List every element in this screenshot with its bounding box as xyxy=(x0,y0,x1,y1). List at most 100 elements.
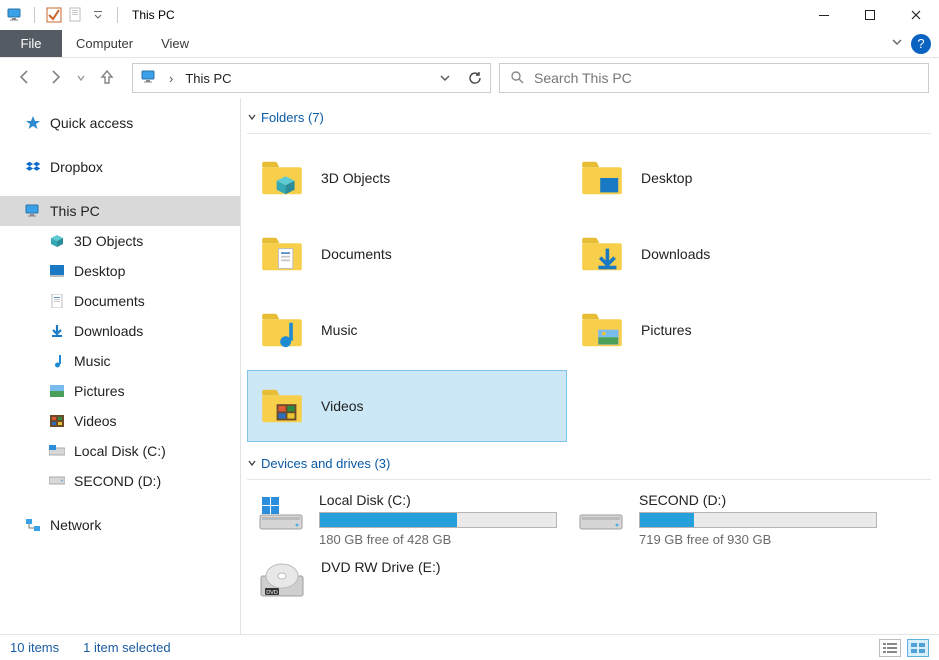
sidebar-item-second-d[interactable]: SECOND (D:) xyxy=(0,466,240,496)
cube-icon xyxy=(48,232,66,250)
status-selection-count: 1 item selected xyxy=(83,640,170,655)
address-bar[interactable]: › This PC xyxy=(132,63,491,93)
sidebar-item-label: Pictures xyxy=(74,383,125,399)
folder-label: Music xyxy=(321,322,358,338)
drive-usage-bar xyxy=(319,512,557,528)
folder-tile[interactable]: Pictures xyxy=(567,294,887,366)
sidebar-item-this-pc[interactable]: This PC xyxy=(0,196,240,226)
drive-tile[interactable]: SECOND (D:) 719 GB free of 930 GB xyxy=(567,486,887,553)
folder-tile[interactable]: Desktop xyxy=(567,142,887,214)
address-dropdown-icon[interactable] xyxy=(430,64,460,92)
folder-icon xyxy=(577,305,627,355)
sidebar-item-label: Dropbox xyxy=(50,159,103,175)
drive-label: Local Disk (C:) xyxy=(319,492,557,508)
status-bar: 10 items 1 item selected xyxy=(0,634,939,660)
drive-tile[interactable]: Local Disk (C:) 180 GB free of 428 GB xyxy=(247,486,567,553)
sidebar-item-3d-objects[interactable]: 3D Objects xyxy=(0,226,240,256)
sidebar-item-desktop[interactable]: Desktop xyxy=(0,256,240,286)
sidebar-item-videos[interactable]: Videos xyxy=(0,406,240,436)
download-icon xyxy=(48,322,66,340)
drive-label: DVD RW Drive (E:) xyxy=(321,559,441,575)
separator xyxy=(117,7,118,23)
picture-icon xyxy=(48,382,66,400)
folder-icon xyxy=(257,153,307,203)
drive-tile[interactable]: DVD DVD RW Drive (E:) xyxy=(247,553,567,609)
group-header-folders[interactable]: Folders (7) xyxy=(247,106,931,134)
sidebar-item-label: Local Disk (C:) xyxy=(74,443,166,459)
forward-button[interactable] xyxy=(46,68,64,89)
folder-tile[interactable]: 3D Objects xyxy=(247,142,567,214)
drive-icon xyxy=(48,442,66,460)
desktop-icon xyxy=(48,262,66,280)
pc-icon xyxy=(6,6,24,24)
separator xyxy=(34,7,35,23)
search-input[interactable] xyxy=(534,70,928,86)
music-icon xyxy=(48,352,66,370)
folder-icon xyxy=(257,305,307,355)
pc-icon xyxy=(24,202,42,220)
search-box[interactable] xyxy=(499,63,929,93)
drive-free-text: 719 GB free of 930 GB xyxy=(639,532,877,547)
chevron-right-icon[interactable]: › xyxy=(165,71,177,86)
network-icon xyxy=(24,516,42,534)
drive-free-text: 180 GB free of 428 GB xyxy=(319,532,557,547)
breadcrumb[interactable]: This PC xyxy=(185,71,231,86)
ribbon: File Computer View ? xyxy=(0,30,939,58)
qat-dropdown-icon[interactable] xyxy=(89,6,107,24)
sidebar-item-local-disk-c[interactable]: Local Disk (C:) xyxy=(0,436,240,466)
folder-label: Pictures xyxy=(641,322,692,338)
refresh-button[interactable] xyxy=(460,64,490,92)
sidebar-item-dropbox[interactable]: Dropbox xyxy=(0,152,240,182)
maximize-button[interactable] xyxy=(847,0,893,30)
sidebar-item-pictures[interactable]: Pictures xyxy=(0,376,240,406)
quick-access-toolbar: This PC xyxy=(6,6,175,24)
chevron-down-icon xyxy=(247,110,257,125)
status-item-count: 10 items xyxy=(10,640,59,655)
folder-icon xyxy=(577,153,627,203)
file-tab[interactable]: File xyxy=(0,30,62,57)
folder-tile[interactable]: Music xyxy=(247,294,567,366)
folder-icon xyxy=(577,229,627,279)
drive-usage-bar xyxy=(639,512,877,528)
tiles-view-button[interactable] xyxy=(907,639,929,657)
new-folder-icon[interactable] xyxy=(67,6,85,24)
sidebar-item-music[interactable]: Music xyxy=(0,346,240,376)
folder-label: 3D Objects xyxy=(321,170,390,186)
tab-computer[interactable]: Computer xyxy=(62,30,147,57)
back-button[interactable] xyxy=(16,68,34,89)
minimize-button[interactable] xyxy=(801,0,847,30)
svg-text:DVD: DVD xyxy=(266,590,278,596)
ribbon-collapse-icon[interactable] xyxy=(891,36,903,51)
sidebar: Quick access Dropbox This PC 3D Objects … xyxy=(0,98,240,634)
body: Quick access Dropbox This PC 3D Objects … xyxy=(0,98,939,634)
group-drives: Devices and drives (3) Local Disk (C:) 1… xyxy=(247,452,931,609)
sidebar-item-network[interactable]: Network xyxy=(0,510,240,540)
close-button[interactable] xyxy=(893,0,939,30)
sidebar-item-downloads[interactable]: Downloads xyxy=(0,316,240,346)
sidebar-item-label: Network xyxy=(50,517,101,533)
properties-check-icon[interactable] xyxy=(45,6,63,24)
folder-label: Videos xyxy=(321,398,364,414)
details-view-button[interactable] xyxy=(879,639,901,657)
folder-icon xyxy=(257,229,307,279)
sidebar-item-label: Quick access xyxy=(50,115,133,131)
tab-view[interactable]: View xyxy=(147,30,203,57)
group-header-drives[interactable]: Devices and drives (3) xyxy=(247,452,931,480)
recent-dropdown-icon[interactable] xyxy=(76,71,86,86)
sidebar-item-quick-access[interactable]: Quick access xyxy=(0,108,240,138)
video-icon xyxy=(48,412,66,430)
folder-tile[interactable]: Documents xyxy=(247,218,567,290)
drive-label: SECOND (D:) xyxy=(639,492,877,508)
chevron-down-icon xyxy=(247,456,257,471)
group-title: Folders (7) xyxy=(261,110,324,125)
drive-icon xyxy=(48,472,66,490)
sidebar-item-label: SECOND (D:) xyxy=(74,473,161,489)
help-icon[interactable]: ? xyxy=(911,34,931,54)
sidebar-item-documents[interactable]: Documents xyxy=(0,286,240,316)
folder-tile[interactable]: Videos xyxy=(247,370,567,442)
sidebar-item-label: Documents xyxy=(74,293,145,309)
sidebar-item-label: Music xyxy=(74,353,111,369)
folder-icon xyxy=(257,381,307,431)
up-button[interactable] xyxy=(98,68,116,89)
folder-tile[interactable]: Downloads xyxy=(567,218,887,290)
